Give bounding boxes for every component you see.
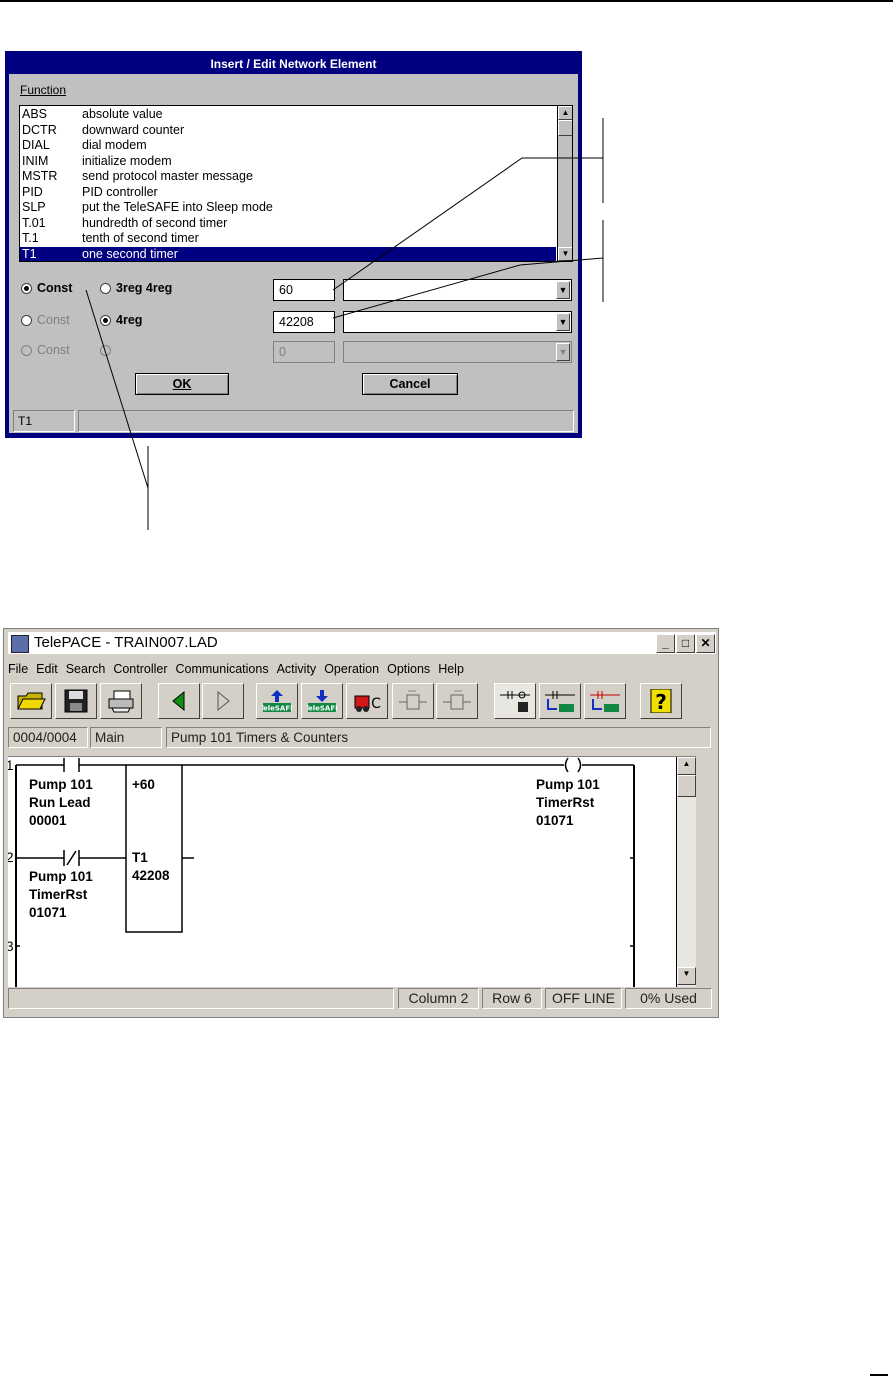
ladder-save-button[interactable] xyxy=(494,683,536,719)
help-button[interactable]: ? xyxy=(640,683,682,719)
svg-text:C: C xyxy=(371,696,381,712)
svg-text:TeleSAFE: TeleSAFE xyxy=(262,705,292,713)
menu-operation[interactable]: Operation xyxy=(324,659,379,679)
status-column: Column 2 xyxy=(398,988,479,1009)
contact1-line1: Pump 101 xyxy=(29,777,93,792)
svg-text:TeleSAFE: TeleSAFE xyxy=(307,705,337,713)
menu-search[interactable]: Search xyxy=(66,659,106,679)
ladder-editor[interactable]: 1 2 3 Pump 101 Run Lead 00001 Pump 101 T… xyxy=(8,756,696,987)
timer-register: 42208 xyxy=(132,868,170,883)
ladder-read-button[interactable] xyxy=(539,683,581,719)
open-button[interactable] xyxy=(10,683,52,719)
forward-button[interactable] xyxy=(202,683,244,719)
contact2-line2: TimerRst xyxy=(29,887,88,902)
menu-bar: File Edit Search Controller Communications Ac… xyxy=(8,659,472,679)
contact2-line1: Pump 101 xyxy=(29,869,93,884)
contact1-line2: Run Lead xyxy=(29,795,91,810)
app-logo-icon xyxy=(11,635,29,653)
menu-edit[interactable]: Edit xyxy=(36,659,58,679)
download-telesafe-icon: TeleSAFE xyxy=(307,690,337,713)
status-used: 0% Used xyxy=(625,988,712,1009)
status-message xyxy=(8,988,394,1009)
print-icon xyxy=(108,690,134,713)
minimize-icon[interactable]: _ xyxy=(656,634,675,653)
menu-activity[interactable]: Activity xyxy=(277,659,317,679)
status-mode: OFF LINE xyxy=(545,988,622,1009)
save-button[interactable] xyxy=(55,683,97,719)
ladder-save-icon xyxy=(500,691,530,712)
menu-help[interactable]: Help xyxy=(438,659,464,679)
menu-controller[interactable]: Controller xyxy=(113,659,167,679)
coil-address: 01071 xyxy=(536,813,574,828)
rung-number: 2 xyxy=(8,850,14,865)
print-button[interactable] xyxy=(100,683,142,719)
ladder-scrollbar[interactable]: ▲ ▼ xyxy=(676,757,696,987)
ladder-read-icon xyxy=(545,691,575,712)
insert-left-icon xyxy=(399,690,427,710)
page-footer-mark xyxy=(870,1374,888,1376)
contact2-address: 01071 xyxy=(29,905,67,920)
coil-line2: TimerRst xyxy=(536,795,595,810)
rung-number: 3 xyxy=(8,939,14,954)
back-button[interactable] xyxy=(158,683,200,719)
menu-options[interactable]: Options xyxy=(387,659,430,679)
status-row: Row 6 xyxy=(482,988,542,1009)
upload-button[interactable]: TeleSAFE xyxy=(256,683,298,719)
ladder-write-button[interactable] xyxy=(584,683,626,719)
scroll-down-icon[interactable]: ▼ xyxy=(677,967,696,985)
scroll-up-icon[interactable]: ▲ xyxy=(677,757,696,775)
insert-left-button xyxy=(392,683,434,719)
network-title: Pump 101 Timers & Counters xyxy=(166,727,711,748)
back-arrow-icon xyxy=(172,690,185,712)
download-button[interactable]: TeleSAFE xyxy=(301,683,343,719)
network-number: 0004/0004 xyxy=(8,727,88,748)
compile-button[interactable]: C xyxy=(346,683,388,719)
open-folder-icon xyxy=(17,692,46,710)
coil-line1: Pump 101 xyxy=(536,777,600,792)
forward-arrow-icon xyxy=(217,690,230,712)
svg-text:?: ? xyxy=(655,690,667,713)
close-icon[interactable]: ✕ xyxy=(696,634,715,653)
maximize-icon[interactable]: □ xyxy=(676,634,695,653)
app-title: TelePACE - TRAIN007.LAD xyxy=(34,634,218,651)
app-title-bar: TelePACE - TRAIN007.LAD xyxy=(8,632,716,654)
timer-preset: +60 xyxy=(132,777,155,792)
help-icon: ? xyxy=(650,689,672,713)
menu-file[interactable]: File xyxy=(8,659,28,679)
rung-number: 1 xyxy=(8,758,14,773)
section-name: Main xyxy=(90,727,162,748)
menu-communications[interactable]: Communications xyxy=(176,659,269,679)
save-disk-icon xyxy=(64,689,88,713)
upload-telesafe-icon: TeleSAFE xyxy=(262,690,292,713)
contact1-address: 00001 xyxy=(29,813,67,828)
scroll-thumb[interactable] xyxy=(677,775,696,797)
insert-right-icon xyxy=(443,690,471,710)
ladder-write-icon xyxy=(590,691,620,712)
compile-c-icon: C xyxy=(354,695,381,712)
callout-lines xyxy=(85,118,604,530)
timer-name: T1 xyxy=(132,850,148,865)
insert-right-button xyxy=(436,683,478,719)
